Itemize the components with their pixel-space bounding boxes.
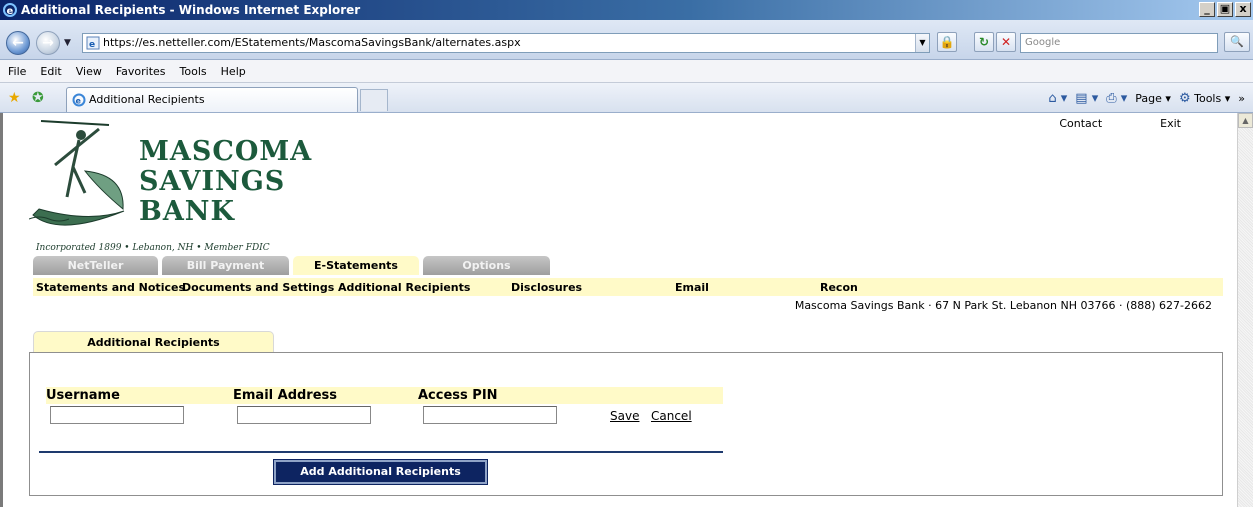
forward-button[interactable]: → (36, 31, 60, 55)
menu-favorites[interactable]: Favorites (116, 65, 166, 78)
page-icon: e (86, 36, 100, 50)
tab-netteller[interactable]: NetTeller (33, 256, 158, 275)
url-dropdown-icon[interactable]: ▼ (915, 34, 929, 52)
window-titlebar: e Additional Recipients - Windows Intern… (0, 0, 1253, 20)
minimize-button[interactable]: _ (1199, 2, 1215, 17)
tools-menu[interactable]: ⚙ Tools ▾ (1179, 91, 1230, 106)
subnav-email[interactable]: Email (675, 281, 709, 294)
bank-name: MASCOMA SAVINGS BANK (139, 137, 312, 227)
menu-view[interactable]: View (76, 65, 102, 78)
bank-logo: MASCOMA SAVINGS BANK Incorporated 1899 •… (29, 119, 329, 253)
svg-text:e: e (89, 40, 95, 50)
email-column-header: Email Address (233, 388, 338, 403)
username-column-header: Username (46, 388, 120, 403)
favorites-star-icon[interactable]: ★ (8, 90, 21, 106)
gear-icon: ⚙ (1178, 91, 1191, 106)
subnav-documents-and-settings[interactable]: Documents and Settings (182, 281, 334, 294)
close-button[interactable]: x (1235, 2, 1251, 17)
add-additional-recipients-button[interactable]: Add Additional Recipients (273, 459, 488, 485)
bank-name-line-1: MASCOMA (139, 136, 313, 167)
harpooner-logo-icon (29, 120, 125, 226)
sub-navigation: Statements and Notices Documents and Set… (33, 278, 1223, 296)
url-text: https://es.netteller.com/EStatements/Mas… (103, 36, 521, 49)
address-toolbar: ← → ▼ e https://es.netteller.com/EStatem… (0, 20, 1253, 60)
subnav-additional-recipients[interactable]: Additional Recipients (338, 281, 470, 294)
bank-address: Mascoma Savings Bank · 67 N Park St. Leb… (794, 299, 1212, 312)
home-icon[interactable]: ⌂ ▾ (1048, 91, 1067, 106)
feeds-icon[interactable]: ▤ ▾ (1075, 91, 1098, 106)
exit-link[interactable]: Exit (1160, 117, 1181, 130)
subnav-statements-and-notices[interactable]: Statements and Notices (36, 281, 185, 294)
tools-menu-label: Tools (1194, 92, 1222, 105)
bank-name-line-3: BANK (139, 196, 235, 227)
chevron-more-icon[interactable]: » (1238, 92, 1245, 105)
add-favorite-icon[interactable]: ✪ (32, 90, 44, 106)
ie-logo-icon: e (3, 3, 17, 17)
search-placeholder: Google (1025, 37, 1061, 48)
tab-e-statements[interactable]: E-Statements (293, 256, 419, 275)
bank-tagline: Incorporated 1899 • Lebanon, NH • Member… (36, 243, 270, 253)
tab-page-icon: e (72, 93, 86, 107)
stop-button[interactable]: ✕ (996, 32, 1016, 52)
cancel-link[interactable]: Cancel (651, 409, 692, 423)
history-dropdown-icon[interactable]: ▼ (64, 38, 71, 48)
top-links: Contact Exit (1059, 117, 1181, 130)
page-content: Contact Exit MASCOMA SAVINGS BANK Incorp… (0, 113, 1237, 507)
search-input[interactable]: Google (1020, 33, 1218, 53)
panel-tab-additional-recipients[interactable]: Additional Recipients (33, 331, 274, 352)
main-tabs: NetTeller Bill Payment E-Statements Opti… (33, 256, 550, 275)
window-title: Additional Recipients - Windows Internet… (21, 3, 361, 17)
refresh-button[interactable]: ↻ (974, 32, 994, 52)
svg-text:e: e (7, 6, 14, 17)
new-tab-button[interactable] (360, 89, 388, 111)
tab-bill-payment[interactable]: Bill Payment (162, 256, 289, 275)
recipients-panel: Username Email Address Access PIN Save C… (29, 352, 1223, 496)
favorites-bar: ★ ✪ e Additional Recipients ⌂ ▾ ▤ ▾ ⎙ ▾ … (0, 83, 1253, 113)
url-field[interactable]: e https://es.netteller.com/EStatements/M… (82, 33, 930, 53)
access-pin-input[interactable] (423, 406, 557, 424)
search-icon[interactable]: 🔍 (1224, 32, 1250, 52)
page-menu[interactable]: Page ▾ (1135, 92, 1171, 105)
menu-help[interactable]: Help (221, 65, 246, 78)
scroll-up-icon[interactable]: ▲ (1238, 113, 1253, 128)
menu-tools[interactable]: Tools (180, 65, 207, 78)
vertical-scrollbar[interactable]: ▲ (1237, 113, 1253, 507)
form-divider (39, 451, 723, 453)
tab-title: Additional Recipients (89, 93, 205, 106)
svg-text:e: e (76, 97, 82, 106)
tab-options[interactable]: Options (423, 256, 550, 275)
maximize-button[interactable]: ▣ (1217, 2, 1233, 17)
menu-edit[interactable]: Edit (40, 65, 61, 78)
subnav-recon[interactable]: Recon (820, 281, 858, 294)
command-bar: ⌂ ▾ ▤ ▾ ⎙ ▾ Page ▾ ⚙ Tools ▾ » (1048, 91, 1245, 106)
bank-name-line-2: SAVINGS (139, 166, 286, 197)
contact-link[interactable]: Contact (1059, 117, 1102, 130)
browser-tab[interactable]: e Additional Recipients (66, 87, 358, 112)
page-menu-label: Page (1135, 92, 1162, 105)
menu-file[interactable]: File (8, 65, 26, 78)
pin-column-header: Access PIN (418, 388, 498, 403)
username-input[interactable] (50, 406, 184, 424)
subnav-disclosures[interactable]: Disclosures (511, 281, 582, 294)
form-header: Username Email Address Access PIN (46, 387, 723, 404)
save-link[interactable]: Save (610, 409, 639, 423)
print-icon[interactable]: ⎙ ▾ (1106, 91, 1127, 106)
menu-bar: File Edit View Favorites Tools Help (0, 60, 1253, 83)
back-button[interactable]: ← (6, 31, 30, 55)
lock-icon[interactable]: 🔒 (937, 32, 957, 52)
email-input[interactable] (237, 406, 371, 424)
